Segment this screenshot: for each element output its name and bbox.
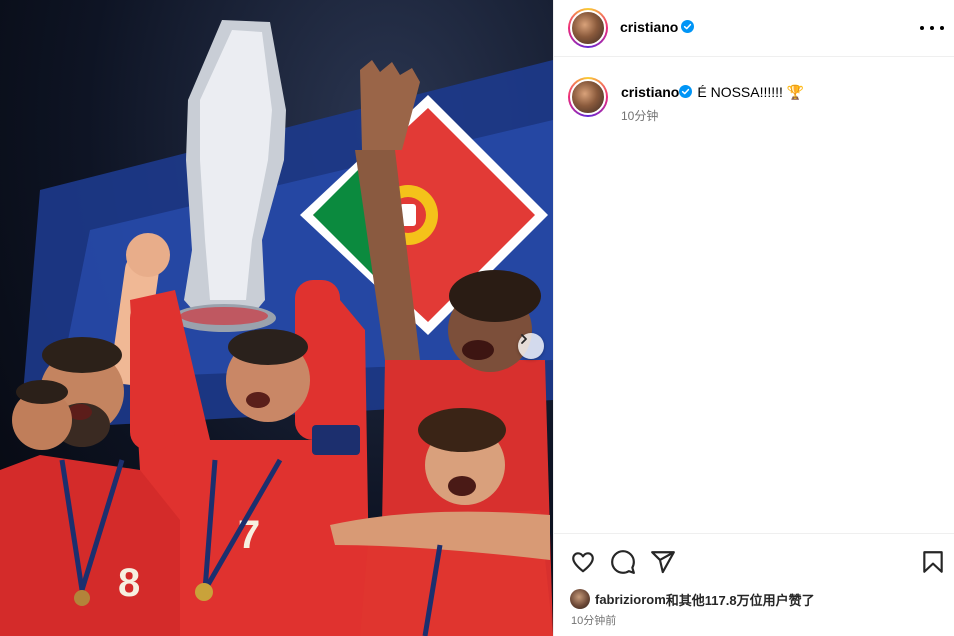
more-options-icon (920, 26, 924, 30)
next-photo-button[interactable] (518, 333, 544, 359)
author-avatar[interactable] (568, 8, 608, 48)
likes-count[interactable]: 和其他117.8万位用户赞了 (666, 590, 815, 609)
author-username[interactable]: cristiano (620, 19, 678, 35)
caption-username[interactable]: cristiano (621, 84, 679, 100)
liker-avatar[interactable] (570, 589, 590, 609)
liker-username[interactable]: fabriziorom (595, 592, 666, 607)
caption-timestamp: 10分钟 (621, 109, 659, 123)
action-bar (554, 533, 954, 587)
verified-badge-icon (679, 85, 692, 98)
post-photo: 7 8 (0, 0, 553, 636)
post-caption: cristiano É NOSSA!!!!!! 🏆 (621, 83, 804, 101)
more-options-button[interactable] (920, 18, 944, 38)
verified-badge-icon (681, 20, 694, 33)
likes-summary: fabriziorom 和其他117.8万位用户赞了 (570, 588, 815, 610)
photo-illustration: 7 8 (0, 20, 553, 636)
heart-icon[interactable] (570, 549, 596, 575)
share-icon[interactable] (650, 549, 676, 575)
comment-icon[interactable] (610, 549, 636, 575)
post-sidebar: cristiano cristiano É NOSSA!!!!!! 🏆 10分钟 (553, 0, 954, 636)
svg-text:7: 7 (238, 513, 260, 557)
caption-author-avatar[interactable] (568, 77, 608, 117)
svg-text:8: 8 (118, 561, 140, 605)
bookmark-icon[interactable] (920, 549, 946, 575)
caption-text: É NOSSA!!!!!! 🏆 (697, 84, 805, 100)
chevron-right-icon (521, 334, 527, 344)
post-timestamp: 10分钟前 (571, 615, 617, 627)
post-header: cristiano (554, 0, 954, 57)
